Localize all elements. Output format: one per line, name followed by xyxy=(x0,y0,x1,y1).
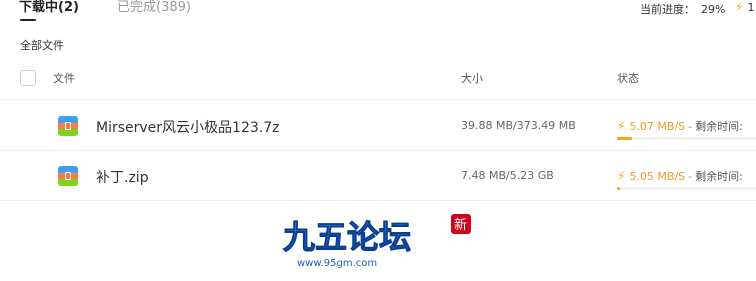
tab-downloading[interactable]: 下载中(2) xyxy=(19,0,79,16)
table-row[interactable]: Mirserver风云小极品123.7z 39.88 MB/373.49 MB … xyxy=(0,101,756,151)
status-separator: - xyxy=(688,170,693,183)
watermark-logo: 九五论坛 www.95gm.com 新 xyxy=(283,214,471,269)
speed-boost-count: 1 xyxy=(747,1,755,14)
progress-bar-fill xyxy=(617,137,633,140)
column-header-size[interactable]: 大小 xyxy=(461,70,483,86)
speed-boost-indicator[interactable]: ⚡ 1 xyxy=(735,0,754,14)
download-status: ⚡ 5.05 MB/S - 剩余时间: xyxy=(617,168,743,184)
watermark-stamp-text: 新 xyxy=(454,217,467,233)
status-separator: - xyxy=(688,120,693,133)
watermark-url: www.95gm.com xyxy=(297,258,377,269)
active-tab-indicator xyxy=(20,19,36,21)
remaining-time-label: 剩余时间: xyxy=(695,120,743,133)
download-speed: 5.07 MB/S xyxy=(629,120,686,133)
progress-bar xyxy=(617,187,756,190)
archive-icon xyxy=(58,166,78,186)
table-header: 文件 大小 状态 xyxy=(0,60,756,100)
overall-progress-label: 当前进度： xyxy=(640,3,695,16)
select-all-checkbox[interactable] xyxy=(20,70,36,86)
breadcrumb[interactable]: 全部文件 xyxy=(20,37,64,53)
watermark-title: 九五论坛 xyxy=(283,218,411,256)
table-row[interactable]: 补丁.zip 7.48 MB/5.23 GB ⚡ 5.05 MB/S - 剩余时间: xyxy=(0,151,756,201)
lightning-icon: ⚡ xyxy=(617,119,626,133)
progress-bar xyxy=(617,137,756,140)
file-name[interactable]: Mirserver风云小极品123.7z xyxy=(96,117,279,137)
file-name[interactable]: 补丁.zip xyxy=(96,167,149,187)
progress-bar-fill xyxy=(617,187,620,190)
lightning-icon: ⚡ xyxy=(617,169,626,183)
column-header-status[interactable]: 状态 xyxy=(617,70,639,86)
overall-progress: 当前进度： 29% xyxy=(640,1,725,17)
archive-icon xyxy=(58,116,78,136)
download-speed: 5.05 MB/S xyxy=(629,170,686,183)
lightning-icon: ⚡ xyxy=(735,0,744,14)
remaining-time-label: 剩余时间: xyxy=(695,170,743,183)
file-size: 7.48 MB/5.23 GB xyxy=(461,169,554,182)
overall-progress-value: 29% xyxy=(701,3,726,16)
download-status: ⚡ 5.07 MB/S - 剩余时间: xyxy=(617,118,743,134)
tab-completed[interactable]: 已完成(389) xyxy=(117,0,191,16)
file-size: 39.88 MB/373.49 MB xyxy=(461,119,576,132)
column-header-file[interactable]: 文件 xyxy=(53,70,75,86)
